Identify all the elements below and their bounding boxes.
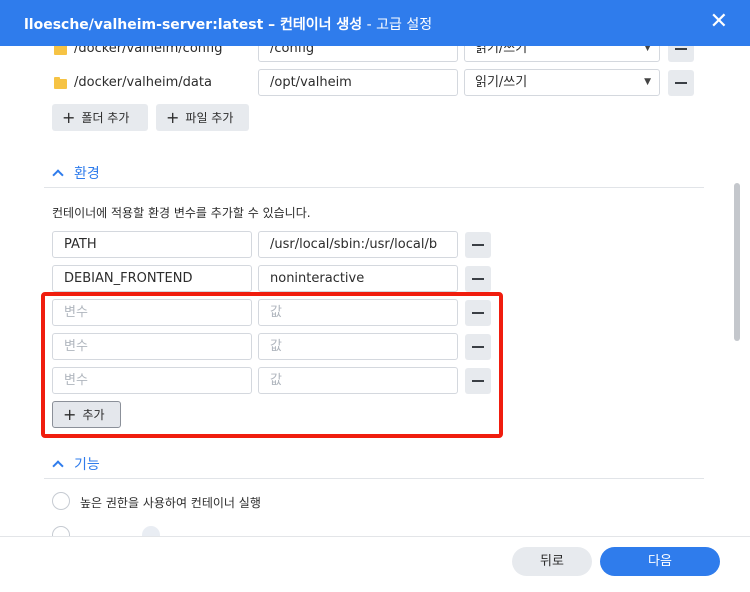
section-divider xyxy=(44,187,704,188)
volume-host-path: /docker/valheim/data xyxy=(74,75,212,90)
dialog-footer: 뒤로 다음 xyxy=(0,536,750,592)
env-name-field[interactable]: PATH xyxy=(52,231,252,258)
dialog-title-sub: - 고급 설정 xyxy=(362,17,433,33)
scrollbar-thumb[interactable] xyxy=(734,183,740,341)
privileged-label: 높은 권한을 사용하여 컨테이너 실행 xyxy=(80,496,261,510)
remove-volume-button[interactable] xyxy=(668,46,694,62)
back-button[interactable]: 뒤로 xyxy=(512,547,592,576)
add-folder-label: 폴더 추가 xyxy=(81,111,130,125)
volume-mode-select[interactable]: 읽기/쓰기 ▼ xyxy=(464,46,660,62)
add-file-button[interactable]: + 파일 추가 xyxy=(156,104,249,131)
env-value-field[interactable]: /usr/local/sbin:/usr/local/b xyxy=(258,231,458,258)
folder-icon xyxy=(54,46,67,55)
environment-heading: 환경 xyxy=(74,166,100,182)
remove-env-button[interactable] xyxy=(465,266,491,292)
close-icon[interactable]: ✕ xyxy=(710,11,728,33)
privileged-radio[interactable] xyxy=(52,492,70,510)
dialog-title: lloesche/valheim-server:latest – 컨테이너 생성… xyxy=(24,14,432,34)
remove-env-button[interactable] xyxy=(465,232,491,258)
dropdown-caret-icon: ▼ xyxy=(644,77,651,87)
dialog-title-bar: lloesche/valheim-server:latest – 컨테이너 생성… xyxy=(0,0,750,46)
section-divider xyxy=(44,478,704,479)
volume-mount-path-field[interactable]: /opt/valheim xyxy=(258,69,458,96)
volume-host-path: /docker/valheim/config xyxy=(74,46,223,56)
next-button[interactable]: 다음 xyxy=(600,547,720,576)
environment-description: 컨테이너에 적용할 환경 변수를 추가할 수 있습니다. xyxy=(52,206,311,220)
env-name-field[interactable]: DEBIAN_FRONTEND xyxy=(52,265,252,292)
environment-section-toggle[interactable]: 환경 xyxy=(52,163,100,183)
dialog-content: /docker/valheim/config /config 읽기/쓰기 ▼ /… xyxy=(0,46,750,536)
features-section-toggle[interactable]: 기능 xyxy=(52,454,100,474)
env-value-field[interactable]: noninteractive xyxy=(258,265,458,292)
add-file-label: 파일 추가 xyxy=(185,111,234,125)
volume-mode-value: 읽기/쓰기 xyxy=(475,46,528,56)
plus-icon: + xyxy=(62,108,76,127)
chevron-up-icon xyxy=(52,169,64,181)
volume-mount-path-field[interactable]: /config xyxy=(258,46,458,62)
partial-radio[interactable] xyxy=(52,526,70,536)
highlight-box xyxy=(41,292,503,438)
volume-mode-value: 읽기/쓰기 xyxy=(475,75,528,90)
dropdown-caret-icon: ▼ xyxy=(644,46,651,53)
chevron-up-icon xyxy=(52,460,64,472)
remove-volume-button[interactable] xyxy=(668,70,694,96)
add-folder-button[interactable]: + 폴더 추가 xyxy=(52,104,148,131)
features-heading: 기능 xyxy=(74,457,100,473)
plus-icon: + xyxy=(166,108,180,127)
folder-icon xyxy=(54,77,67,89)
dialog-title-main: lloesche/valheim-server:latest – 컨테이너 생성 xyxy=(24,17,363,33)
help-icon[interactable] xyxy=(142,526,160,536)
volume-mode-select[interactable]: 읽기/쓰기 ▼ xyxy=(464,69,660,96)
